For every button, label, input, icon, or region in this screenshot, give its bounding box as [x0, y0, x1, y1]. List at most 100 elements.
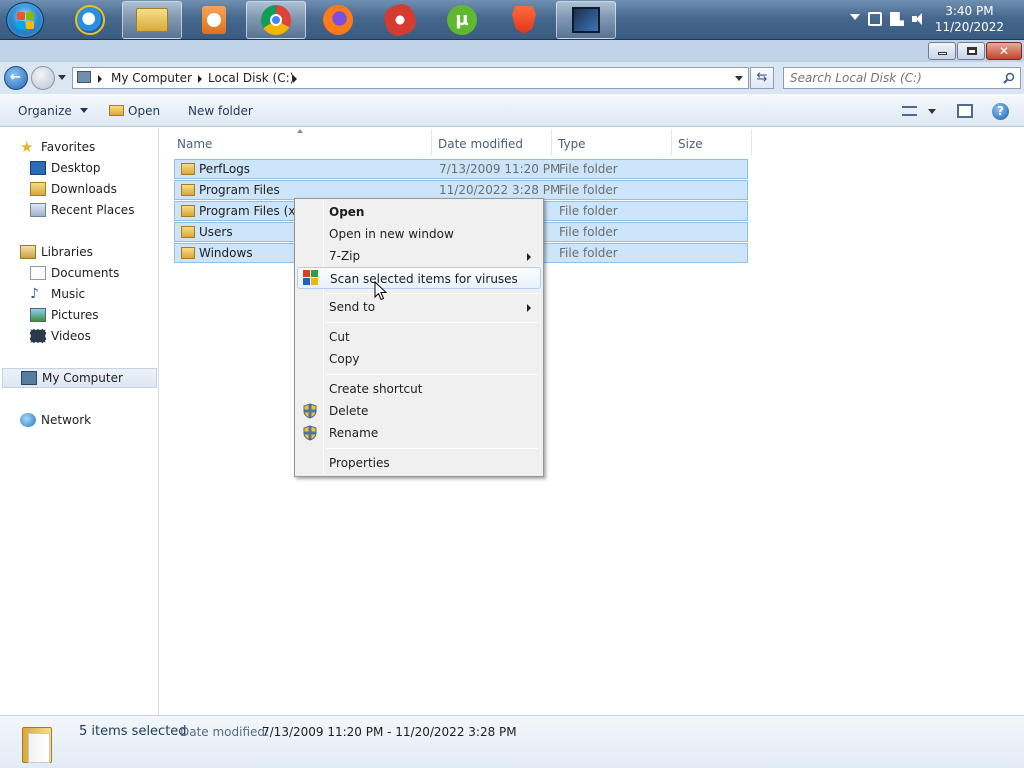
column-header-date[interactable]: Date modified	[438, 132, 523, 156]
menu-item-rename[interactable]: Rename	[297, 422, 541, 444]
nav-my-computer[interactable]: My Computer	[2, 368, 157, 388]
windows-logo-icon	[17, 12, 35, 30]
search-box[interactable]	[783, 67, 1021, 89]
minimize-button[interactable]	[928, 42, 956, 60]
chrome-button[interactable]	[246, 1, 306, 39]
clock-time: 3:40 PM	[945, 4, 994, 18]
column-divider[interactable]	[551, 130, 552, 156]
utorrent-button[interactable]: µ	[432, 1, 492, 39]
nav-favorites[interactable]: ★ Favorites	[20, 137, 95, 157]
submenu-arrow-icon	[527, 304, 531, 312]
nav-music[interactable]: ♪ Music	[30, 284, 85, 304]
breadcrumb-arrow-icon[interactable]	[98, 75, 102, 83]
media-player-button[interactable]	[184, 1, 244, 39]
network-tray-icon[interactable]	[868, 12, 882, 26]
refresh-icon: ⇆	[756, 70, 768, 85]
back-button[interactable]: ←	[4, 66, 28, 90]
menu-item-open-new-window[interactable]: Open in new window	[297, 223, 541, 245]
downloads-icon	[30, 182, 46, 196]
breadcrumb-arrow-icon[interactable]	[293, 75, 297, 83]
nav-documents[interactable]: Documents	[30, 263, 119, 283]
address-history-dropdown[interactable]	[735, 76, 743, 81]
nav-downloads[interactable]: Downloads	[30, 179, 117, 199]
action-center-flag-icon[interactable]	[890, 12, 904, 26]
search-input[interactable]	[784, 68, 984, 88]
ccleaner-button[interactable]	[370, 0, 430, 40]
menu-separator	[326, 322, 538, 323]
address-box[interactable]: My Computer Local Disk (C:)	[72, 67, 749, 89]
nav-network[interactable]: Network	[20, 410, 91, 430]
menu-item-scan-viruses[interactable]: Scan selected items for viruses	[297, 267, 541, 289]
brave-lion-icon	[512, 6, 536, 34]
file-date: 11/20/2022 3:28 PM	[439, 183, 561, 197]
libraries-icon	[20, 245, 36, 259]
restore-button[interactable]	[957, 42, 985, 60]
preview-pane-icon[interactable]	[957, 104, 973, 118]
breadcrumb-local-disk[interactable]: Local Disk (C:)	[208, 71, 294, 85]
chrome-icon	[261, 5, 291, 35]
column-header-size[interactable]: Size	[678, 132, 703, 156]
recent-pages-dropdown[interactable]	[58, 75, 66, 80]
uac-shield-icon	[303, 425, 317, 441]
film-app-icon	[572, 7, 600, 33]
nav-computer-label: My Computer	[42, 371, 123, 385]
new-folder-button[interactable]: New folder	[188, 104, 253, 118]
search-icon[interactable]	[1003, 72, 1015, 84]
view-dropdown-icon[interactable]	[928, 109, 936, 114]
nav-documents-label: Documents	[51, 266, 120, 280]
breadcrumb-my-computer[interactable]: My Computer	[111, 71, 192, 85]
firefox-icon	[323, 5, 353, 35]
start-button[interactable]	[6, 2, 44, 38]
refresh-button[interactable]: ⇆	[750, 67, 774, 89]
nav-videos[interactable]: Videos	[30, 326, 91, 346]
multiple-folders-icon	[20, 721, 54, 765]
menu-item-delete[interactable]: Delete	[297, 400, 541, 422]
windows-explorer-button[interactable]	[122, 1, 182, 39]
menu-item-cut[interactable]: Cut	[297, 326, 541, 348]
breadcrumb-arrow-icon[interactable]	[198, 75, 202, 83]
close-button[interactable]: ✕	[986, 42, 1022, 60]
file-row[interactable]: Program Files 11/20/2022 3:28 PM File fo…	[174, 180, 748, 200]
menu-item-cut-label: Cut	[329, 330, 350, 344]
menu-item-create-shortcut[interactable]: Create shortcut	[297, 378, 541, 400]
clock[interactable]: 3:40 PM 11/20/2022	[935, 3, 1004, 35]
volume-icon[interactable]	[912, 12, 926, 26]
menu-item-open[interactable]: Open	[297, 201, 541, 223]
column-header-name[interactable]: Name	[177, 132, 212, 156]
open-button[interactable]: Open	[109, 104, 160, 118]
uac-shield-icon	[303, 403, 317, 419]
brave-button[interactable]	[494, 1, 554, 39]
clock-date: 11/20/2022	[934, 20, 1004, 34]
window-title-bar[interactable]	[0, 40, 1024, 62]
nav-libraries[interactable]: Libraries	[20, 242, 93, 262]
nav-desktop[interactable]: Desktop	[30, 158, 101, 178]
file-type: File folder	[559, 246, 618, 260]
close-icon: ✕	[998, 44, 1010, 58]
column-header-type[interactable]: Type	[558, 132, 586, 156]
forward-button[interactable]	[31, 66, 55, 90]
file-name: PerfLogs	[199, 162, 251, 176]
menu-item-copy[interactable]: Copy	[297, 348, 541, 370]
view-options-icon[interactable]	[902, 106, 917, 116]
help-icon[interactable]: ?	[992, 103, 1009, 120]
column-divider[interactable]	[431, 130, 432, 156]
file-type: File folder	[559, 183, 618, 197]
column-divider[interactable]	[751, 130, 752, 156]
organize-button[interactable]: Organize	[18, 104, 88, 118]
menu-item-7zip[interactable]: 7-Zip	[297, 245, 541, 267]
menu-item-properties[interactable]: Properties	[297, 452, 541, 474]
menu-item-send-to[interactable]: Send to	[297, 296, 541, 318]
file-name: Program Files	[199, 183, 280, 197]
nav-pictures[interactable]: Pictures	[30, 305, 99, 325]
show-hidden-icons-icon[interactable]	[850, 14, 860, 20]
firefox-button[interactable]	[308, 1, 368, 39]
nav-recent-places[interactable]: Recent Places	[30, 200, 134, 220]
file-row[interactable]: PerfLogs 7/13/2009 11:20 PM File folder	[174, 159, 748, 179]
menu-separator	[326, 374, 538, 375]
date-modified-value: 7/13/2009 11:20 PM - 11/20/2022 3:28 PM	[262, 725, 517, 739]
nav-libraries-label: Libraries	[41, 245, 93, 259]
internet-explorer-button[interactable]	[60, 1, 120, 39]
menu-item-delete-label: Delete	[329, 404, 369, 418]
column-divider[interactable]	[671, 130, 672, 156]
media-app-button[interactable]	[556, 1, 616, 39]
